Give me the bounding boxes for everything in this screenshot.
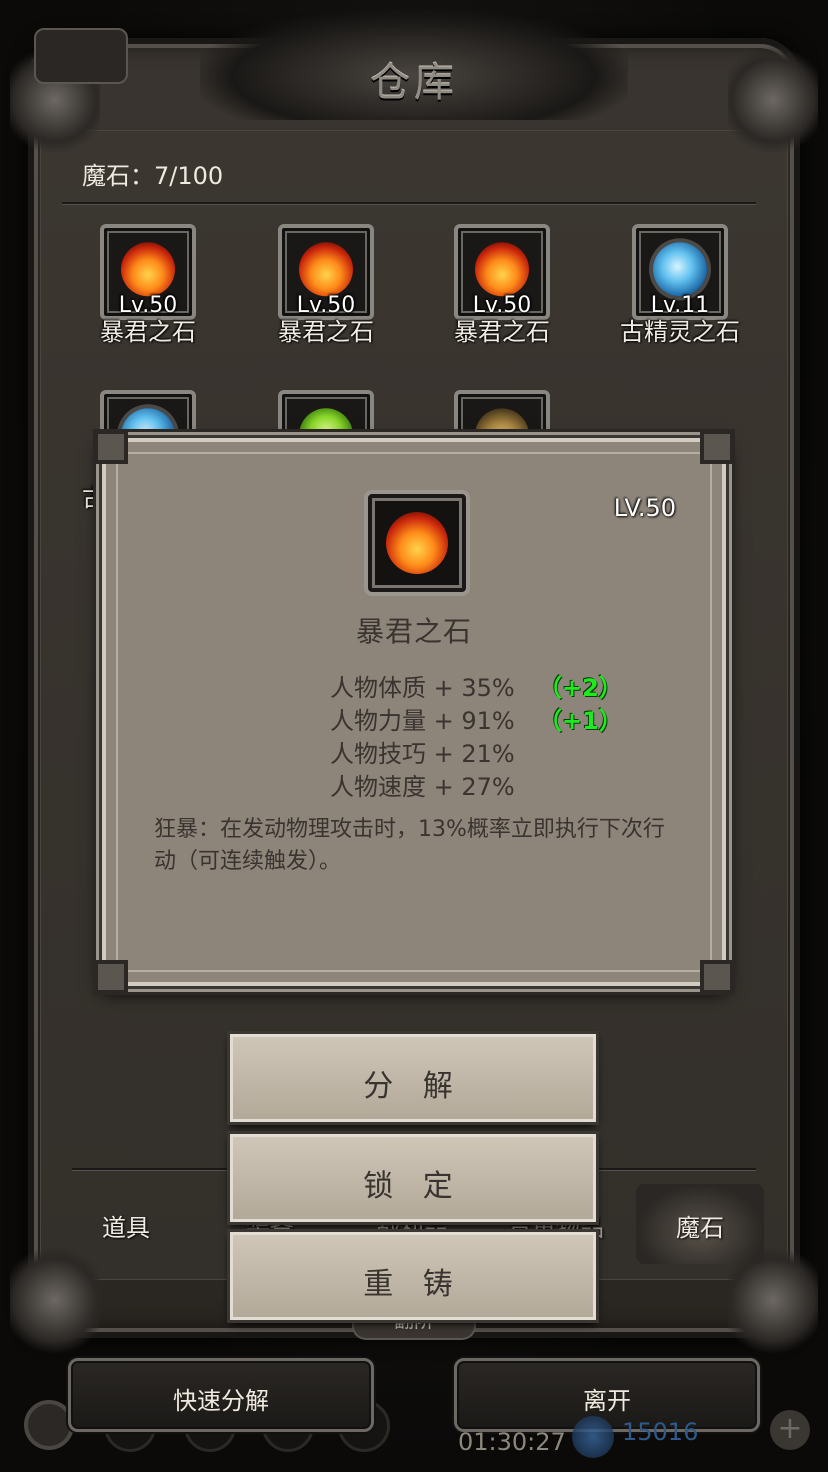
- popup-corner-ornament: [700, 430, 734, 464]
- item-title: 暴君之石: [355, 615, 472, 648]
- ice-stone-icon: [653, 242, 707, 297]
- fire-stone-icon: [121, 242, 175, 297]
- item-name: 古精灵之石: [620, 318, 740, 346]
- stat-bonus: （+1）: [538, 707, 623, 735]
- stat-text: 人物技巧 + 21%: [330, 740, 515, 768]
- popup-corner-ornament: [94, 960, 128, 994]
- stat-row: 人物速度 + 27%: [330, 767, 515, 801]
- stat-text: 人物速度 + 27%: [330, 773, 515, 801]
- item-name: 暴君之石: [454, 318, 550, 346]
- item-icon-frame: [364, 490, 470, 596]
- add-currency-button[interactable]: +: [770, 1410, 810, 1450]
- stat-text: 人物力量 + 91%: [330, 707, 515, 735]
- item-detail-popup: LV.50 暴君之石 人物体质 + 35% （+2） 人物力量 + 91% （+…: [94, 430, 734, 994]
- frame-corner-ornament: [10, 1240, 100, 1360]
- currency-amount: 15016: [622, 1418, 699, 1446]
- coin-icon: [572, 1416, 614, 1458]
- lock-button[interactable]: 锁 定: [230, 1134, 596, 1222]
- item-slot[interactable]: Lv.50: [100, 224, 196, 320]
- fire-stone-icon: [386, 512, 448, 574]
- item-level: LV.50: [613, 494, 676, 522]
- tab-items[interactable]: 道具: [102, 1208, 150, 1243]
- reforge-button[interactable]: 重 铸: [230, 1232, 596, 1320]
- stat-text: 人物体质 + 35%: [330, 674, 515, 702]
- popup-corner-ornament: [700, 960, 734, 994]
- gear-icon[interactable]: [24, 1400, 74, 1450]
- stat-row: 人物体质 + 35% （+2）: [330, 668, 623, 702]
- item-slot[interactable]: Lv.11: [632, 224, 728, 320]
- game-timer: 01:30:27: [458, 1428, 566, 1456]
- quick-decompose-button[interactable]: 快速分解: [68, 1358, 374, 1432]
- item-name: 暴君之石: [100, 318, 196, 346]
- item-name: 暴君之石: [278, 318, 374, 346]
- skill-description: 狂暴：在发动物理攻击时，13%概率立即执行下次行动（可连续触发）。: [154, 817, 665, 874]
- stat-row: 人物力量 + 91% （+1）: [330, 701, 623, 735]
- fire-stone-icon: [299, 242, 353, 297]
- stat-row: 人物技巧 + 21%: [330, 734, 515, 768]
- decompose-button[interactable]: 分 解: [230, 1034, 596, 1122]
- page-title: 仓库: [370, 60, 458, 106]
- tab-magic-stones[interactable]: 魔石: [676, 1208, 724, 1243]
- fire-stone-icon: [475, 242, 529, 297]
- divider: [62, 202, 756, 204]
- stat-bonus: （+2）: [538, 674, 623, 702]
- popup-corner-ornament: [94, 430, 128, 464]
- item-slot[interactable]: Lv.50: [454, 224, 550, 320]
- stat-list: 人物体质 + 35% （+2） 人物力量 + 91% （+1） 人物技巧 + 2…: [330, 668, 623, 801]
- stone-count: 魔石：7/100: [82, 162, 224, 190]
- item-slot[interactable]: Lv.50: [278, 224, 374, 320]
